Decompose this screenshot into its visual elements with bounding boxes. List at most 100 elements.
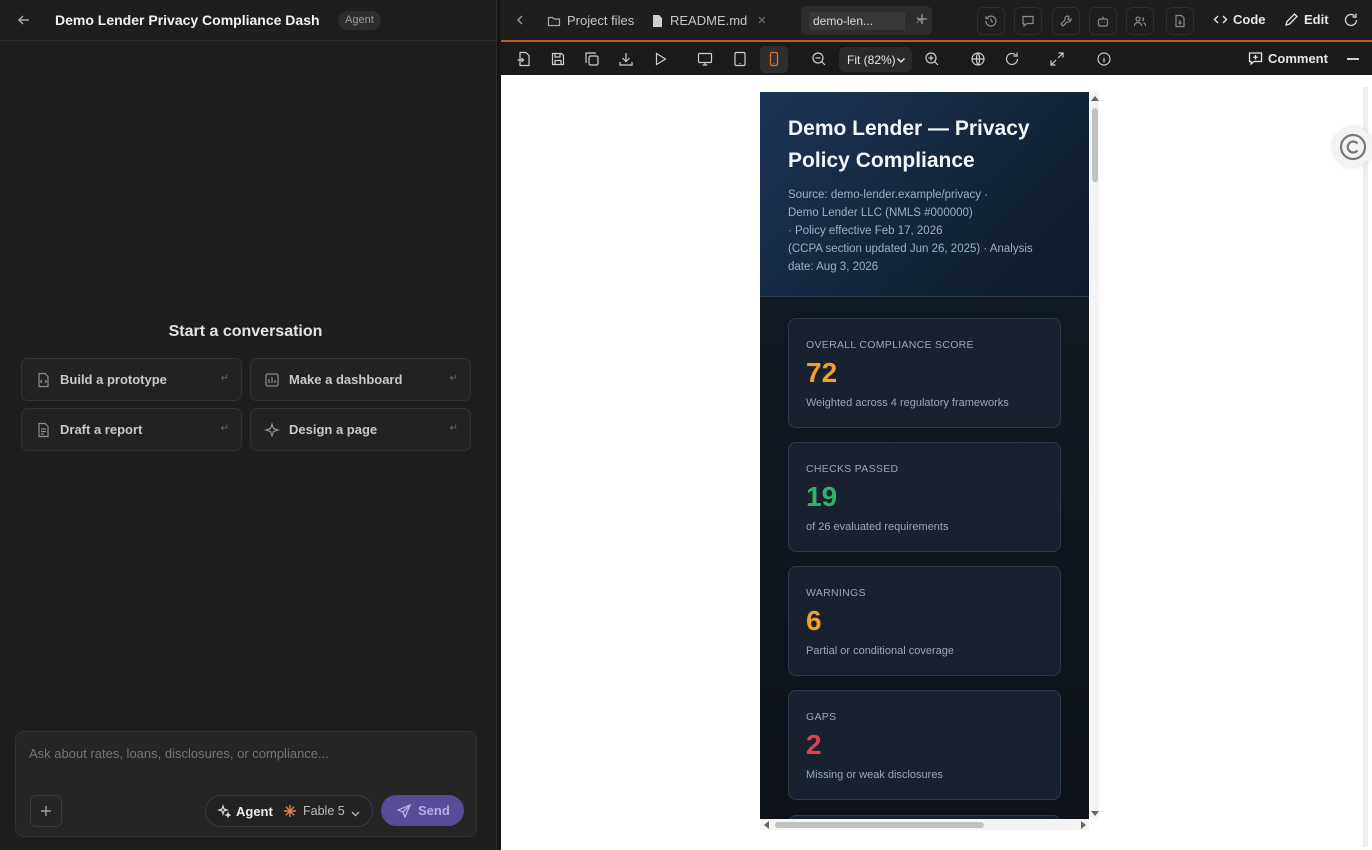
desktop-view-icon[interactable] (697, 51, 713, 67)
message-input[interactable] (29, 746, 459, 761)
paper-plane-icon (396, 803, 412, 819)
edit-button[interactable]: Edit (1284, 12, 1329, 27)
info-icon[interactable] (1096, 51, 1112, 67)
code-label: Code (1233, 12, 1266, 27)
agent-model-selector[interactable]: Agent Fable 5 (205, 795, 373, 827)
chat-header: Demo Lender Privacy Compliance Dash Agen… (0, 0, 496, 41)
suggestion-make-dashboard[interactable]: Make a dashboard ↵ (250, 358, 471, 401)
chevron-down-icon (350, 806, 361, 817)
tab-project-files[interactable]: Project files (547, 6, 634, 35)
tab-rename-input[interactable] (809, 11, 905, 30)
meta-line: date: Aug 3, 2026 (788, 261, 879, 273)
collapse-minus-icon[interactable] (1347, 58, 1359, 60)
close-tab-icon[interactable]: ✕ (757, 14, 766, 27)
mobile-device-frame: Demo Lender — Privacy Policy Compliance … (760, 92, 1089, 819)
export-file-icon (1175, 14, 1185, 28)
expand-icon[interactable] (1049, 51, 1065, 67)
chevron-down-icon (897, 58, 905, 63)
scroll-thumb[interactable] (775, 822, 984, 828)
suggestion-design-page[interactable]: Design a page ↵ (250, 408, 471, 451)
scroll-thumb[interactable] (1092, 108, 1098, 182)
zoom-label: Fit (82%) (847, 53, 896, 67)
refresh-icon[interactable] (1343, 12, 1359, 28)
return-key-icon: ↵ (220, 423, 229, 434)
comments-button[interactable] (1014, 7, 1042, 35)
people-icon (1133, 16, 1147, 27)
suggestion-draft-report[interactable]: Draft a report ↵ (21, 408, 242, 451)
preview-pane: Project files README.md ✕ ✕ (501, 0, 1372, 850)
comment-button[interactable]: Comment (1248, 51, 1328, 66)
export-button[interactable] (1166, 7, 1194, 35)
suggestion-label: Draft a report (60, 422, 143, 437)
model-starburst-icon (283, 804, 297, 818)
kpi-label: GAPS (806, 711, 837, 723)
scroll-right-arrow-icon[interactable] (1081, 821, 1086, 829)
send-label: Send (418, 803, 450, 818)
kpi-subtext: Weighted across 4 regulatory frameworks (806, 397, 1009, 409)
wrench-icon (1060, 15, 1072, 27)
tab-label: Project files (567, 13, 635, 28)
zoom-in-icon[interactable] (924, 51, 940, 67)
tools-button[interactable] (1052, 7, 1080, 35)
return-key-icon: ↵ (449, 423, 458, 434)
agent-label: Agent (236, 804, 273, 819)
preview-scrollbar[interactable] (1363, 87, 1368, 847)
new-tab-plus-icon[interactable] (915, 12, 929, 26)
download-icon[interactable] (618, 51, 634, 67)
scroll-down-arrow-icon[interactable] (1091, 811, 1099, 816)
play-icon[interactable] (652, 51, 668, 67)
dashboard-icon (264, 372, 280, 388)
zoom-out-icon[interactable] (811, 51, 827, 67)
composer: Agent Fable 5 Send (15, 731, 477, 837)
app-window: Demo Lender Privacy Compliance Dash Agen… (0, 0, 1372, 850)
share-button[interactable] (1126, 7, 1154, 35)
sparkle-icon (264, 422, 280, 438)
agent-sparkle-icon (217, 804, 232, 819)
zoom-select[interactable]: Fit (82%) (839, 47, 912, 72)
pencil-icon (1285, 13, 1298, 26)
code-button[interactable]: Code (1213, 12, 1266, 27)
preview-canvas: Demo Lender — Privacy Policy Compliance … (501, 75, 1372, 850)
back-arrow-icon[interactable] (14, 10, 34, 30)
scroll-left-arrow-icon[interactable] (764, 821, 769, 829)
suggestion-label: Build a prototype (60, 372, 167, 387)
meta-line: (CCPA section updated Jun 26, 2025) · An… (788, 243, 1033, 255)
kpi-subtext: of 26 evaluated requirements (806, 521, 949, 533)
chevron-left-icon[interactable] (513, 13, 527, 27)
tab-label: README.md (670, 13, 748, 28)
device-horizontal-scrollbar[interactable] (760, 819, 1089, 830)
suggestion-build-prototype[interactable]: Build a prototype ↵ (21, 358, 242, 401)
file-icon (650, 14, 664, 28)
kpi-value: 19 (806, 481, 838, 512)
floating-copyright-icon[interactable] (1333, 127, 1372, 167)
save-icon[interactable] (550, 51, 566, 67)
meta-line: Source: demo-lender.example/privacy · (788, 189, 989, 201)
history-button[interactable] (977, 7, 1005, 35)
kpi-subtext: Missing or weak disclosures (806, 769, 943, 781)
kpi-card-warnings: WARNINGS 6 Partial or conditional covera… (788, 566, 1061, 676)
open-external-icon[interactable] (516, 51, 532, 67)
globe-icon[interactable] (970, 51, 986, 67)
code-file-icon (35, 372, 51, 388)
bot-button[interactable] (1089, 7, 1117, 35)
mode-badge: Agent (338, 11, 381, 30)
attach-plus-button[interactable] (30, 795, 62, 827)
mobile-view-icon[interactable] (766, 51, 782, 67)
meta-line: · Policy effective Feb 17, 2026 (788, 225, 943, 237)
device-vertical-scrollbar[interactable] (1090, 92, 1099, 819)
kpi-label: OVERALL COMPLIANCE SCORE (806, 339, 974, 351)
reload-icon[interactable] (1004, 51, 1020, 67)
scroll-up-arrow-icon[interactable] (1091, 96, 1099, 101)
project-title: Demo Lender Privacy Compliance Dash (55, 12, 320, 28)
kpi-value: 2 (806, 729, 822, 760)
chat-pane: Demo Lender Privacy Compliance Dash Agen… (0, 0, 496, 850)
robot-icon (1097, 16, 1109, 27)
send-button[interactable]: Send (381, 795, 464, 826)
tablet-view-icon[interactable] (732, 51, 748, 67)
tab-bar: Project files README.md ✕ ✕ (501, 0, 1372, 42)
dashboard-meta: Source: demo-lender.example/privacy · De… (788, 186, 1058, 276)
kpi-value: 6 (806, 605, 822, 636)
tab-active-preview[interactable]: ✕ (801, 6, 933, 35)
duplicate-icon[interactable] (584, 51, 600, 67)
tab-readme[interactable]: README.md ✕ (650, 6, 767, 35)
